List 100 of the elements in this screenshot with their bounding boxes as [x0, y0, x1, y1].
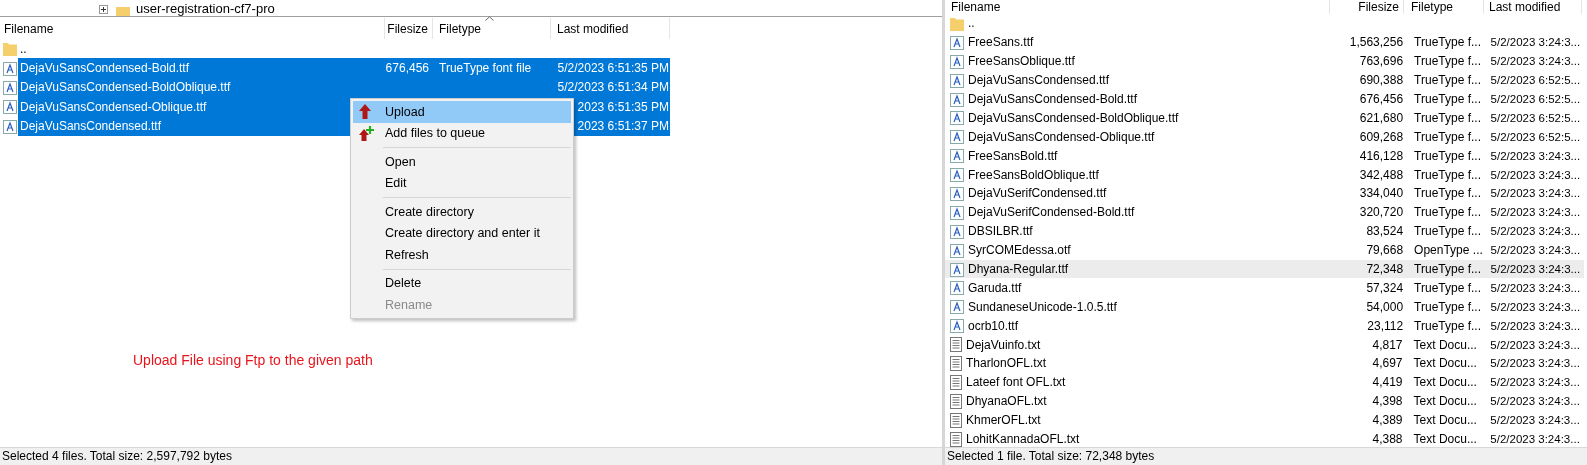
- file-date: 5/2/2023 6:52:5...: [1489, 92, 1582, 106]
- file-type: TrueType f...: [1413, 224, 1482, 239]
- file-name: LohitKannadaOFL.txt: [965, 432, 1081, 447]
- file-type: TrueType f...: [1413, 73, 1482, 88]
- file-name: DejaVuSansCondensed-BoldOblique.ttf: [19, 80, 231, 95]
- font-file-icon: [950, 280, 964, 296]
- file-date: 5/2/2023 3:24:3...: [1489, 299, 1582, 314]
- file-type: Text Docu...: [1412, 413, 1478, 428]
- file-type: Text Docu...: [1412, 356, 1478, 371]
- file-name: KhmerOFL.txt: [965, 413, 1042, 428]
- column-header[interactable]: Filesize: [1330, 0, 1404, 14]
- folder-icon: [116, 7, 130, 16]
- file-date: 5/2/2023 3:24:3...: [1489, 356, 1581, 371]
- file-type: Text Docu...: [1412, 375, 1478, 390]
- file-row[interactable]: DBSILBR.ttf 83,524 TrueType f... 5/2/2023 3:24:3...: [945, 221, 1584, 241]
- column-header[interactable]: Filename: [0, 18, 385, 39]
- file-date: 5/2/2023 3:24:3...: [1489, 394, 1581, 409]
- file-type: TrueType f...: [1413, 35, 1482, 50]
- font-file-icon: [950, 148, 964, 164]
- expand-icon[interactable]: [99, 5, 108, 14]
- column-header[interactable]: Filesize: [385, 18, 433, 39]
- file-size: 676,456: [1358, 92, 1405, 106]
- font-file-icon: [950, 204, 964, 220]
- column-header[interactable]: Filename: [945, 0, 1330, 14]
- column-header[interactable]: Filetype: [433, 18, 551, 39]
- font-file-icon: [950, 72, 964, 88]
- file-size: 342,488: [1358, 167, 1405, 182]
- file-row[interactable]: ..: [945, 14, 1584, 33]
- file-row[interactable]: SyrCOMEdessa.otf 79,668 OpenType ... 5/2/2023 3:24:3...: [945, 240, 1584, 260]
- sort-caret-icon: [485, 16, 494, 21]
- file-row[interactable]: FreeSansBold.ttf 416,128 TrueType f... 5/2/2023 3:24:3...: [945, 146, 1584, 166]
- file-type: TrueType f...: [1413, 262, 1482, 276]
- file-date: 5/2/2023 6:52:5...: [1489, 129, 1582, 144]
- menu-item[interactable]: Create directory: [353, 201, 571, 223]
- file-name: Lateef font OFL.txt: [965, 375, 1067, 390]
- file-name: ..: [967, 16, 976, 31]
- file-size: 320,720: [1358, 205, 1405, 220]
- file-name: SundaneseUnicode-1.0.5.ttf: [967, 299, 1118, 314]
- file-row[interactable]: DejaVuSansCondensed.ttf 690,388 TrueType f... 5/2/2023 6:52:5...: [945, 70, 1584, 90]
- file-date: 5/2/2023 3:24:3...: [1489, 262, 1582, 276]
- file-row[interactable]: DejaVuSerifCondensed-Bold.ttf 320,720 TrueType f... 5/2/2023 3:24:3...: [945, 202, 1584, 222]
- file-row[interactable]: DejaVuSerifCondensed.ttf 334,040 TrueType f... 5/2/2023 3:24:3...: [945, 184, 1584, 203]
- menu-item[interactable]: Refresh: [353, 244, 571, 266]
- folder-icon: [950, 15, 964, 31]
- file-date: 5/2/2023 3:24:3...: [1489, 205, 1582, 220]
- file-name: Garuda.ttf: [967, 280, 1023, 295]
- file-type: Text Docu...: [1412, 394, 1478, 409]
- file-row[interactable]: FreeSans.ttf 1,563,256 TrueType f... 5/2/2023 3:24:3...: [945, 32, 1584, 52]
- font-file-icon: [950, 185, 964, 201]
- file-row[interactable]: KhmerOFL.txt 4,389 Text Docu... 5/2/2023 3:24:3...: [945, 410, 1584, 430]
- file-row[interactable]: DejaVuSansCondensed-Oblique.ttf 609,268 TrueType f... 5/2/2023 6:52:5...: [945, 127, 1584, 147]
- file-row[interactable]: SundaneseUnicode-1.0.5.ttf 54,000 TrueType f... 5/2/2023 3:24:3...: [945, 297, 1584, 317]
- file-name: DejaVuSerifCondensed-Bold.ttf: [967, 205, 1136, 220]
- file-row[interactable]: Lateef font OFL.txt 4,419 Text Docu... 5/2/2023 3:24:3...: [945, 372, 1584, 392]
- file-row[interactable]: LohitKannadaOFL.txt 4,388 Text Docu... 5/2/2023 3:24:3...: [945, 429, 1584, 449]
- file-row[interactable]: DejaVuinfo.txt 4,817 Text Docu... 5/2/2023 3:24:3...: [945, 335, 1584, 355]
- file-row[interactable]: Garuda.ttf 57,324 TrueType f... 5/2/2023 3:24:3...: [945, 278, 1584, 298]
- file-date: 5/2/2023 3:24:3...: [1489, 35, 1582, 50]
- file-row[interactable]: DejaVuSansCondensed-BoldOblique.ttf 621,680 TrueType f... 5/2/2023 6:52:5...: [945, 108, 1584, 128]
- menu-item[interactable]: Edit: [353, 172, 571, 194]
- file-row[interactable]: FreeSansOblique.ttf 763,696 TrueType f... 5/2/2023 3:24:3...: [945, 51, 1584, 71]
- font-file-icon: [3, 60, 17, 76]
- font-file-icon: [3, 118, 17, 134]
- file-row[interactable]: TharlonOFL.txt 4,697 Text Docu... 5/2/2023 3:24:3...: [945, 354, 1584, 373]
- file-size: 609,268: [1358, 129, 1405, 144]
- file-row[interactable]: DhyanaOFL.txt 4,398 Text Docu... 5/2/2023 3:24:3...: [945, 391, 1584, 411]
- file-name: DejaVuinfo.txt: [965, 337, 1042, 352]
- file-row[interactable]: ..: [18, 39, 670, 59]
- file-type: TrueType f...: [1413, 54, 1482, 69]
- file-type: TrueType f...: [1413, 186, 1482, 201]
- menu-item[interactable]: Delete: [353, 272, 571, 294]
- file-size: 334,040: [1358, 186, 1405, 201]
- menu-item[interactable]: Upload: [353, 101, 571, 123]
- file-row[interactable]: DejaVuSansCondensed-Bold.ttf 676,456 TrueType f... 5/2/2023 6:52:5...: [945, 89, 1584, 109]
- file-type: Text Docu...: [1412, 337, 1478, 352]
- file-name: DejaVuSansCondensed-BoldOblique.ttf: [967, 110, 1180, 125]
- file-type: Text Docu...: [1412, 432, 1478, 447]
- column-header[interactable]: Filetype: [1404, 0, 1484, 14]
- menu-item[interactable]: Open: [353, 151, 571, 173]
- file-row[interactable]: DejaVuSansCondensed-BoldOblique.ttf 5/2/2023 6:51:34 PM: [18, 77, 670, 98]
- file-row[interactable]: ocrb10.ttf 23,112 TrueType f... 5/2/2023 3:24:3...: [945, 316, 1584, 336]
- file-row[interactable]: FreeSansBoldOblique.ttf 342,488 TrueType f... 5/2/2023 3:24:3...: [945, 165, 1584, 184]
- file-date: 5/2/2023 6:51:35 PM: [556, 61, 670, 76]
- text-file-icon: [950, 393, 962, 409]
- file-date: 5/2/2023 3:24:3...: [1489, 243, 1582, 258]
- file-type: TrueType f...: [1413, 148, 1482, 163]
- file-date: 5/2/2023 3:24:3...: [1489, 432, 1581, 447]
- file-row[interactable]: DejaVuSansCondensed-Bold.ttf 676,456 TrueType font file 5/2/2023 6:51:35 PM: [18, 58, 670, 78]
- file-date: 5/2/2023 3:24:3...: [1489, 148, 1582, 163]
- menu-item[interactable]: Create directory and enter it: [353, 222, 571, 244]
- file-size: 57,324: [1365, 280, 1405, 295]
- file-name: DhyanaOFL.txt: [965, 394, 1048, 409]
- file-date: 5/2/2023 3:24:3...: [1489, 186, 1582, 201]
- file-type: TrueType f...: [1413, 92, 1482, 106]
- file-row[interactable]: Dhyana-Regular.ttf 72,348 TrueType f... 5/2/2023 3:24:3...: [945, 259, 1584, 279]
- tree-item[interactable]: user-registration-cf7-pro: [136, 2, 275, 16]
- text-file-icon: [950, 374, 962, 390]
- column-header[interactable]: Last modified: [551, 18, 670, 39]
- column-header[interactable]: Last modified: [1484, 0, 1582, 14]
- file-date: 5/2/2023 3:24:3...: [1489, 167, 1582, 182]
